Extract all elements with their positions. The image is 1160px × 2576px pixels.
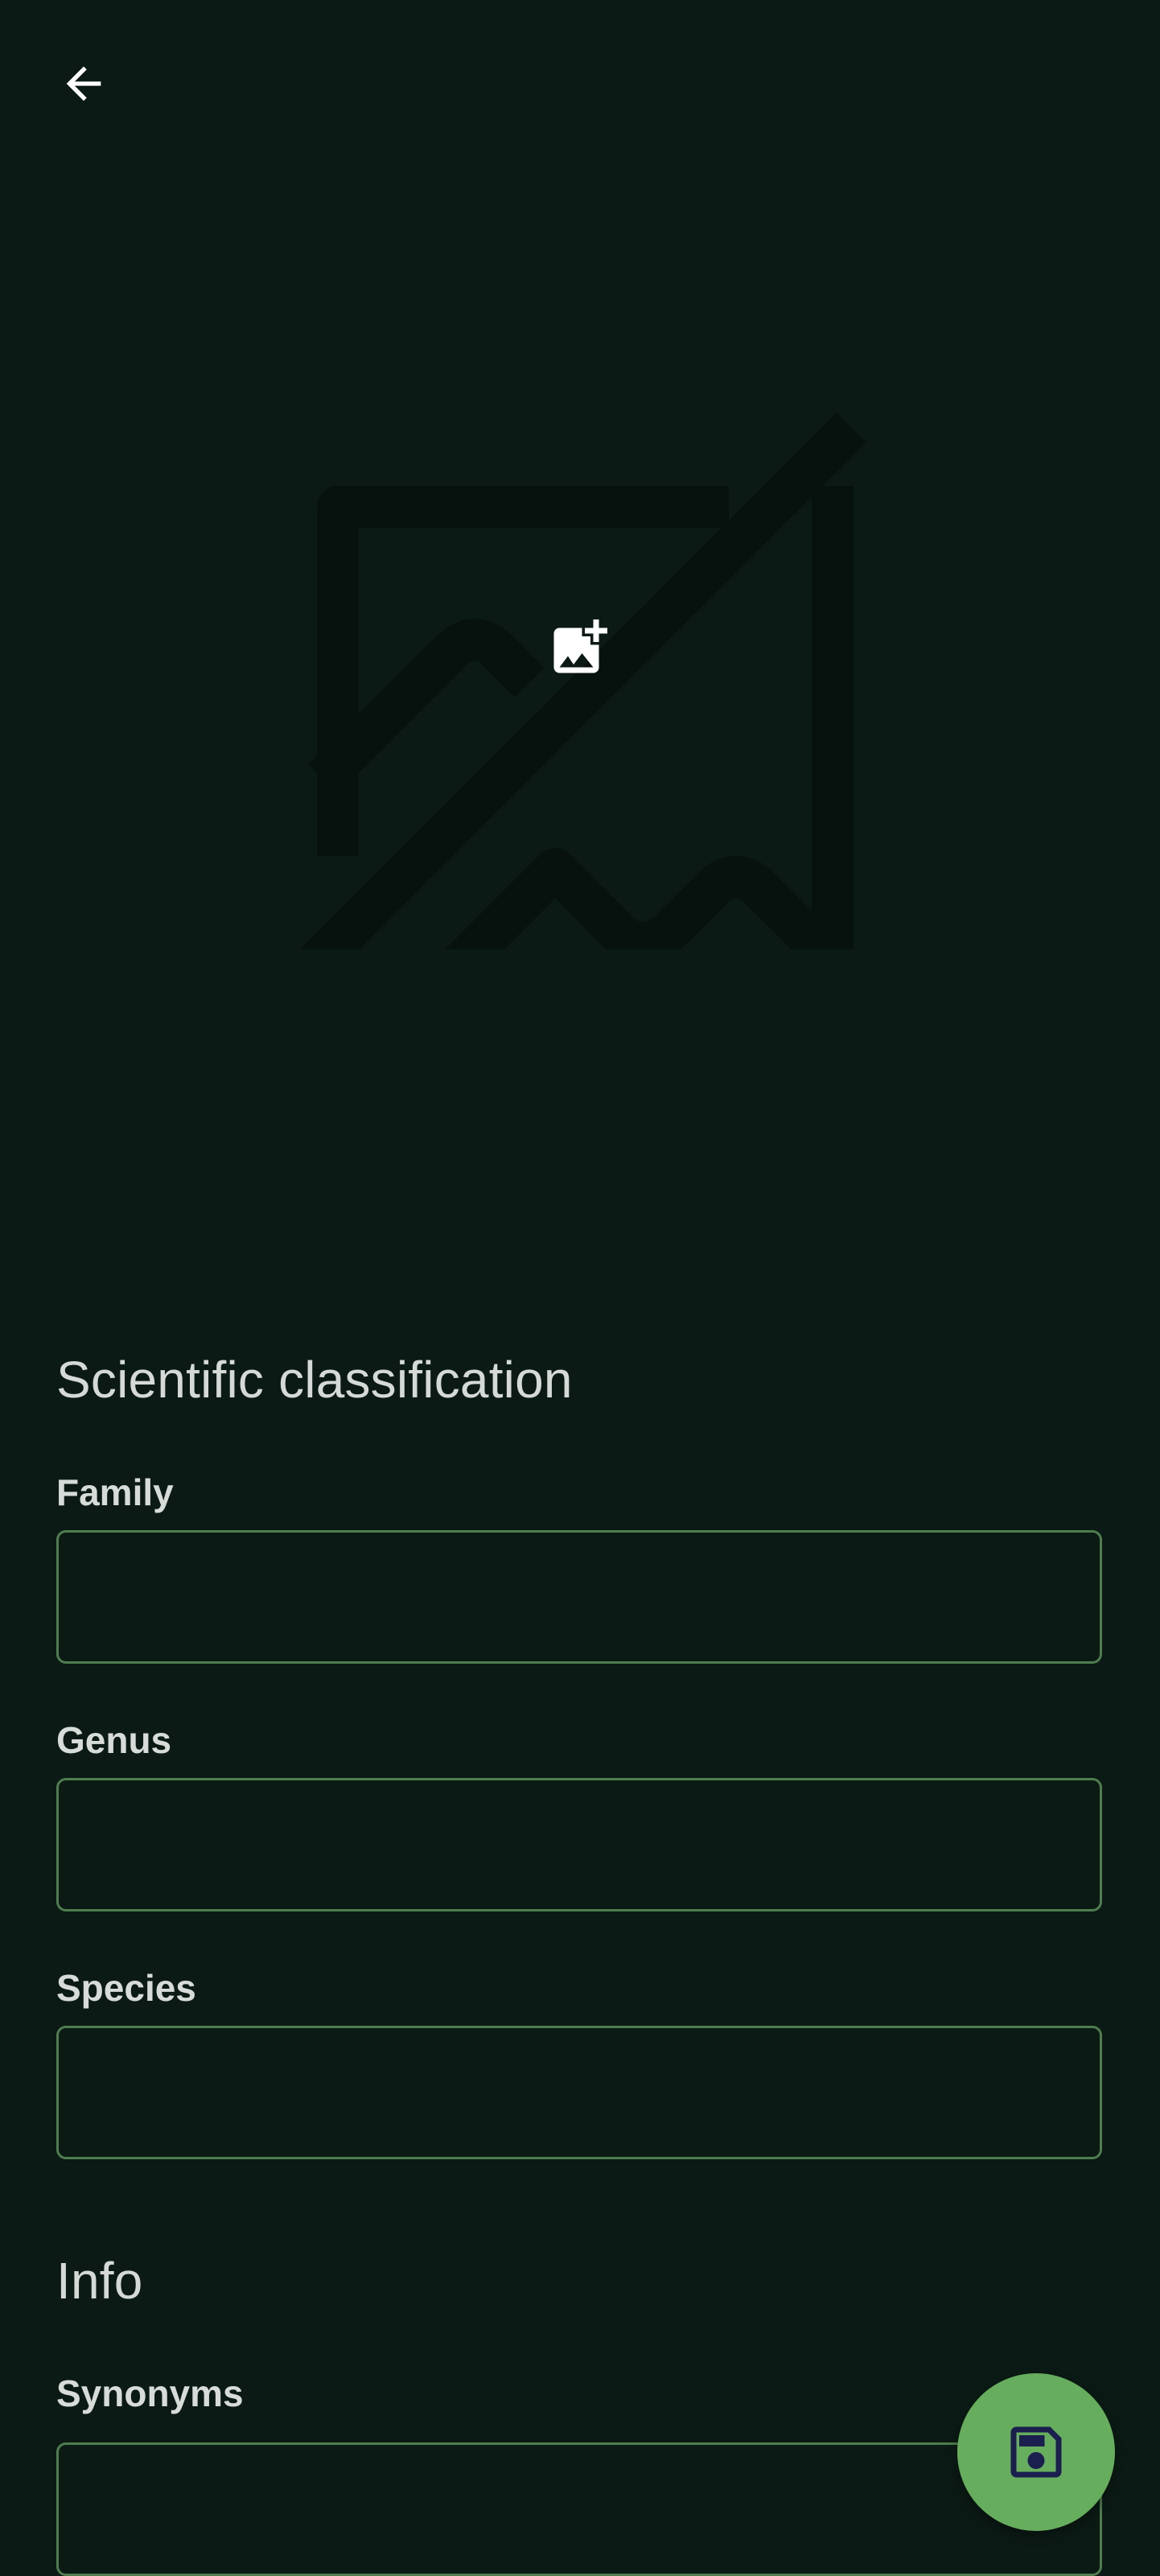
synonyms-input[interactable]	[56, 2442, 1102, 2576]
add-image-button[interactable]	[539, 607, 619, 688]
save-icon	[1010, 2426, 1062, 2478]
info-section-title: Info	[56, 2252, 143, 2310]
family-label: Family	[56, 1471, 174, 1513]
edit-plant-screen: Scientific classification Family Genus S…	[0, 0, 1160, 2576]
species-label: Species	[56, 1967, 196, 2009]
synonyms-label: Synonyms	[56, 2372, 244, 2414]
species-input[interactable]	[56, 2026, 1102, 2159]
arrow-left-icon	[66, 66, 101, 101]
classification-section-title: Scientific classification	[56, 1351, 573, 1409]
genus-label: Genus	[56, 1719, 172, 1761]
plant-image-area[interactable]	[0, 241, 1160, 1287]
back-button[interactable]	[45, 45, 122, 122]
add-photo-icon	[553, 619, 607, 673]
family-input[interactable]	[56, 1530, 1102, 1664]
genus-input[interactable]	[56, 1778, 1102, 1911]
save-button[interactable]	[957, 2373, 1115, 2531]
